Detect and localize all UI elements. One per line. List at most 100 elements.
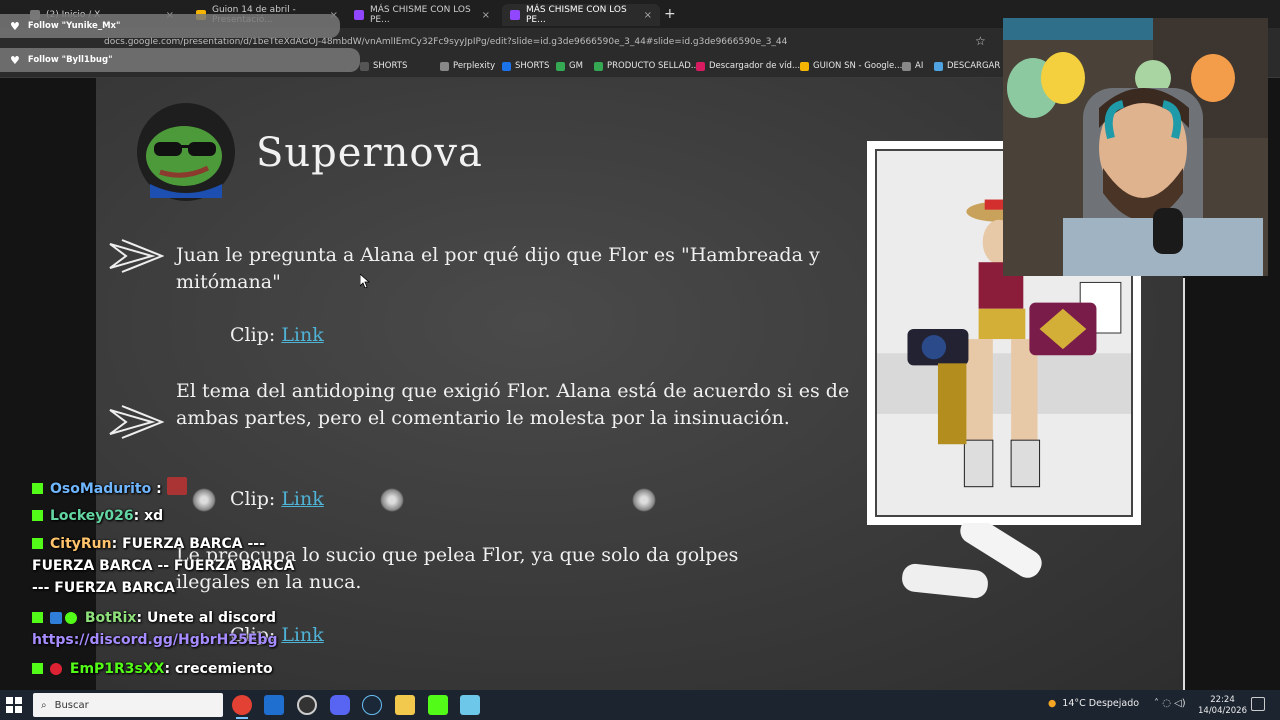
follow-alert: ♥ Follow "Yunike_Mx"	[0, 14, 340, 38]
new-tab-button[interactable]: +	[664, 6, 676, 22]
kick-app-icon[interactable]	[428, 695, 448, 715]
bookmark-label: GM	[569, 61, 583, 71]
chat-username: OsoMadurito	[50, 481, 152, 497]
bookmark-label: SHORTS	[373, 61, 408, 71]
kick-badge-icon	[32, 538, 43, 549]
chalk-arrow-icon	[109, 405, 164, 439]
tab-close-icon[interactable]: ×	[482, 10, 490, 21]
tab-chisme-2[interactable]: MÁS CHISME CON LOS PE... ×	[502, 4, 660, 26]
follow-alert: ♥ Follow "Byll1bug"	[0, 48, 360, 72]
chat-link[interactable]: https://discord.gg/HgbrH25Ebg	[32, 632, 277, 648]
volume-icon[interactable]: ◁)	[1174, 698, 1186, 709]
chat-message: BotRix: Unete al discord https://discord…	[32, 607, 332, 651]
taskbar-search-box[interactable]: ⌕ Buscar	[33, 693, 223, 717]
weather-widget[interactable]: ● 14°C Despejado	[1048, 698, 1139, 709]
folder-icon	[360, 61, 369, 71]
chat-username: CityRun	[50, 536, 112, 552]
clip-link[interactable]: Link	[281, 324, 323, 346]
bookmark-label: SHORTS	[515, 61, 550, 71]
perplexity-icon	[440, 61, 449, 71]
chevron-up-icon[interactable]: ˄	[1154, 698, 1159, 709]
obs-icon[interactable]	[297, 695, 317, 715]
clip-line-1: Clip: Link	[230, 324, 324, 346]
pepe-avatar	[137, 103, 235, 201]
bookmark-producto[interactable]: PRODUCTO SELLAD...	[594, 61, 699, 71]
notifications-icon[interactable]	[1251, 697, 1265, 711]
follow-alert-text: Follow "Byll1bug"	[27, 55, 113, 65]
sheets-icon	[594, 61, 603, 71]
chat-username: EmP1R3sXX	[69, 661, 165, 677]
chat-separator: :	[111, 536, 118, 552]
twitch-favicon-icon	[354, 10, 364, 20]
file-explorer-icon[interactable]	[395, 695, 415, 715]
windows-start-icon[interactable]	[6, 697, 22, 713]
emote-icon	[632, 488, 656, 512]
drive-icon	[502, 61, 511, 71]
download-site-icon	[696, 61, 705, 71]
clock-date: 14/04/2026	[1198, 706, 1247, 716]
bookmark-shorts[interactable]: SHORTS	[360, 61, 407, 71]
clock-time: 22:24	[1210, 695, 1235, 705]
windows-taskbar: ⌕ Buscar ● 14°C Despejado ˄ ◌ ◁) 22:24 1…	[0, 690, 1280, 720]
chat-text: xd	[144, 508, 164, 524]
search-icon: ⌕	[41, 699, 47, 711]
kick-badge-icon	[32, 483, 43, 494]
chat-separator: :	[156, 481, 162, 497]
chat-username: Lockey026	[50, 508, 134, 524]
bookmark-gm[interactable]: GM	[556, 61, 583, 71]
tab-label: MÁS CHISME CON LOS PE...	[370, 5, 471, 25]
bookmark-label: Perplexity	[453, 61, 496, 71]
bookmark-star-icon[interactable]: ☆	[975, 34, 986, 48]
webcam-overlay	[1003, 18, 1268, 276]
wifi-icon[interactable]: ◌	[1162, 698, 1171, 709]
notepad-icon[interactable]	[460, 695, 480, 715]
taskbar-clock[interactable]: 22:24 14/04/2026	[1198, 695, 1247, 717]
slide-scrollbar[interactable]	[1183, 278, 1185, 690]
tab-chisme-1[interactable]: MÁS CHISME CON LOS PE... ×	[346, 4, 498, 26]
heart-icon: ♥	[10, 53, 20, 67]
bookmark-label: GUION SN - Google...	[813, 61, 903, 71]
system-tray[interactable]: ˄ ◌ ◁)	[1154, 698, 1186, 709]
steam-icon[interactable]	[362, 695, 382, 715]
chat-username: BotRix	[84, 610, 137, 626]
kick-badge-icon	[32, 663, 43, 674]
bookmark-label: AI	[915, 61, 924, 71]
heart-icon: ♥	[10, 19, 20, 33]
bookmark-ai[interactable]: AI	[902, 61, 923, 71]
stream-chat: OsoMadurito : Lockey026: xd CityRun: FUE…	[0, 474, 330, 684]
mouse-cursor-icon	[360, 274, 370, 288]
bookmark-perplexity[interactable]: Perplexity	[440, 61, 495, 71]
bookmark-guion-sn[interactable]: GUION SN - Google...	[800, 61, 902, 71]
chat-separator: :	[133, 508, 140, 524]
sheets-icon	[556, 61, 565, 71]
chat-text: crecemiento	[174, 661, 273, 677]
follow-alert-text: Follow "Yunike_Mx"	[27, 21, 121, 31]
tab-close-icon[interactable]: ×	[644, 10, 652, 21]
chat-separator: :	[136, 610, 143, 626]
kick-badge-icon	[32, 612, 43, 623]
sun-icon: ●	[1048, 698, 1057, 709]
bookmark-label: PRODUCTO SELLAD...	[607, 61, 699, 71]
bookmark-shorts-2[interactable]: SHORTS	[502, 61, 549, 71]
chat-separator: :	[164, 661, 171, 677]
sub-badge-icon	[50, 663, 62, 675]
chat-message: OsoMadurito :	[32, 477, 190, 500]
discord-icon[interactable]	[330, 695, 350, 715]
bot-badge-icon	[50, 612, 62, 624]
drive-icon	[800, 61, 809, 71]
chalk-arrow-icon	[109, 239, 164, 273]
outlook-icon[interactable]	[264, 695, 284, 715]
url-field[interactable]: docs.google.com/presentation/d/1beTteXdA…	[104, 37, 787, 47]
bookmark-descargar-tv[interactable]: DESCARGAR TV	[934, 61, 1014, 71]
tab-label: MÁS CHISME CON LOS PE...	[526, 5, 627, 25]
search-placeholder: Buscar	[54, 699, 89, 711]
bookmark-descargador[interactable]: Descargador de víd...	[696, 61, 800, 71]
chrome-icon[interactable]	[232, 695, 252, 719]
emote-icon	[166, 477, 187, 495]
kick-badge-icon	[32, 510, 43, 521]
bookmark-label: Descargador de víd...	[709, 61, 801, 71]
chat-message: CityRun: FUERZA BARCA --- FUERZA BARCA -…	[32, 533, 302, 599]
weather-text: 14°C Despejado	[1062, 698, 1140, 709]
chat-message: Lockey026: xd	[32, 505, 163, 527]
ai-icon	[902, 61, 911, 71]
